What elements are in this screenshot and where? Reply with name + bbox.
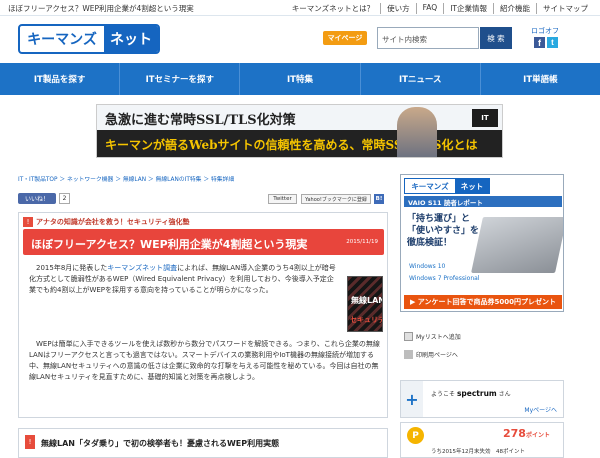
utility-links: キーマンズネットとは？ 使い方 FAQ IT企業情報 紹介機能 サイトマップ: [286, 3, 594, 14]
article-title-bar: ほぼフリーアクセス？WEP利用企業が4割超という現実 2015/11/19: [23, 229, 384, 255]
yahoo-bookmark-button[interactable]: Yahoo!ブックマークに登録: [301, 194, 371, 204]
ad-report-bar: VAIO S11 読者レポート: [404, 196, 562, 207]
main-nav: IT製品を探す ITセミナーを探す IT特集 ITニュース IT単語帳: [0, 63, 600, 95]
thumbnail-caption-1: 無線LAN: [351, 296, 383, 305]
banner-headline: 急激に進む常時SSL/TLS化対策: [105, 113, 296, 128]
points-number: 278: [503, 427, 526, 440]
banner-it-badge: IT: [472, 109, 498, 127]
article-series: ! アナタの知識が会社を救う！セキュリティ強化塾: [23, 217, 189, 227]
series-label[interactable]: アナタの知識が会社を救う！セキュリティ強化塾: [36, 217, 189, 227]
article-card: ! アナタの知識が会社を救う！セキュリティ強化塾 ほぼフリーアクセス？WEP利用…: [18, 212, 388, 418]
ad-logo-right: ネット: [455, 179, 489, 193]
utility-link-sitemap[interactable]: サイトマップ: [536, 3, 594, 14]
welcome-prefix: ようこそ: [431, 391, 456, 398]
search-button[interactable]: 検 索: [480, 27, 512, 49]
hatena-bookmark-button[interactable]: B!: [374, 194, 384, 204]
nav-item-products[interactable]: IT製品を探す: [0, 63, 121, 95]
survey-link[interactable]: キーマンズネット調査: [107, 264, 177, 272]
facebook-icon[interactable]: f: [534, 37, 545, 48]
thumbnail-caption-2: セキュリティ: [350, 316, 382, 324]
nav-item-news[interactable]: ITニュース: [361, 63, 481, 95]
like-button[interactable]: いいね！: [18, 193, 56, 204]
mypage-link[interactable]: Myページへ: [524, 405, 557, 414]
mylist-label: Myリストへ追加: [416, 334, 461, 341]
logo-text-left: キーマンズ: [27, 31, 97, 47]
utility-link-howto[interactable]: 使い方: [380, 3, 416, 14]
ad-os-label-2: Windows 7 Professional: [409, 275, 480, 282]
sidebar-ad[interactable]: キーマンズ ネット VAIO S11 読者レポート 「持ち運び」と 「使いやすさ…: [400, 174, 564, 312]
nav-item-seminars[interactable]: ITセミナーを探す: [120, 63, 241, 95]
ad-logo: キーマンズ ネット: [404, 178, 490, 194]
article-paragraph-1: 2015年8月に発表したキーマンズネット調査によれば、無線LAN導入企業のうち4…: [29, 263, 339, 296]
add-to-mylist-link[interactable]: Myリストへ追加: [404, 332, 461, 341]
points-value: 278ポイント: [503, 427, 550, 440]
twitter-icon[interactable]: t: [547, 37, 558, 48]
para2-text: WEPは簡単に入手できるツールを使えば数秒から数分でパスワードを解読できる。つま…: [29, 340, 380, 381]
site-logo[interactable]: キーマンズ ネット: [18, 24, 160, 54]
search-input[interactable]: サイト内検索: [377, 27, 479, 49]
mypage-button[interactable]: マイページ: [323, 31, 367, 45]
logo-text-right: ネット: [104, 26, 158, 52]
alert-icon: !: [25, 435, 35, 449]
username: spectrum: [456, 389, 497, 398]
utility-link-referral[interactable]: 紹介機能: [493, 3, 536, 14]
utility-link-companies[interactable]: IT企業情報: [443, 3, 493, 14]
logo-off-label[interactable]: ロゴオフ: [531, 26, 559, 36]
article-title: ほぼフリーアクセス？WEP利用企業が4割超という現実: [31, 238, 308, 251]
nav-item-features[interactable]: IT特集: [240, 63, 361, 95]
ad-cta-button[interactable]: ▶ アンケート回答で商品券5000円プレゼント: [404, 295, 562, 309]
ad-headline-line-1: 「持ち運び」と: [407, 214, 471, 224]
top-utility-bar: ほぼフリーアクセス？WEP利用企業が4割超という現実 キーマンズネットとは？ 使…: [0, 0, 600, 16]
points-expiry: うち2015年12月末失効 48ポイント: [431, 449, 525, 455]
welcome-text: ようこそ spectrum さん: [431, 389, 511, 398]
points-box: P 278ポイント うち2015年12月末失効 48ポイント: [400, 422, 564, 458]
promo-banner[interactable]: 急激に進む常時SSL/TLS化対策 キーマンが語るWebサイトの信頼性を高める、…: [96, 104, 503, 158]
printer-icon: [404, 350, 413, 359]
topbar-headline: ほぼフリーアクセス？WEP利用企業が4割超という現実: [8, 4, 194, 13]
breadcrumb[interactable]: IT・IT製品TOP ＞ ネットワーク機器 ＞ 無線LAN ＞ 無線LANのIT…: [18, 174, 234, 183]
list-icon: [404, 332, 413, 341]
plus-icon[interactable]: +: [401, 381, 423, 417]
laptop-image: [471, 217, 563, 273]
ad-headline: 「持ち運び」と 「使いやすさ」を 徹底検証！: [407, 213, 479, 249]
utility-link-about[interactable]: キーマンズネットとは？: [286, 3, 380, 14]
user-welcome-box: + ようこそ spectrum さん Myページへ: [400, 380, 564, 418]
para1-text-before: 2015年8月に発表した: [36, 264, 108, 272]
article-thumbnail: 無線LAN セキュリティ: [347, 276, 383, 332]
points-unit: ポイント: [525, 432, 550, 439]
ad-logo-left: キーマンズ: [411, 181, 449, 191]
alert-icon: !: [23, 217, 33, 227]
like-count: 2: [59, 193, 70, 204]
related-article[interactable]: ! 無線LAN「タダ乗り」で初の検挙者も！憂慮されるWEP利用実態: [18, 428, 388, 458]
ad-os-label-1: Windows 10: [409, 263, 446, 270]
ad-headline-line-3: 徹底検証！: [407, 238, 453, 248]
welcome-suffix: さん: [498, 391, 511, 398]
article-paragraph-2: WEPは簡単に入手できるツールを使えば数秒から数分でパスワードを解読できる。つま…: [29, 339, 385, 383]
article-date: 2015/11/19: [346, 239, 378, 245]
tweet-button[interactable]: Twitter: [268, 194, 297, 204]
print-page-link[interactable]: 印刷用ページへ: [404, 350, 458, 359]
utility-link-faq[interactable]: FAQ: [415, 3, 444, 14]
print-label: 印刷用ページへ: [416, 352, 458, 359]
nav-item-glossary[interactable]: IT単語帳: [481, 63, 600, 95]
ad-headline-line-2: 「使いやすさ」を: [407, 226, 480, 236]
banner-person-image: [397, 107, 437, 157]
points-coin-icon: P: [407, 427, 424, 444]
related-article-title[interactable]: 無線LAN「タダ乗り」で初の検挙者も！憂慮されるWEP利用実態: [41, 438, 279, 449]
